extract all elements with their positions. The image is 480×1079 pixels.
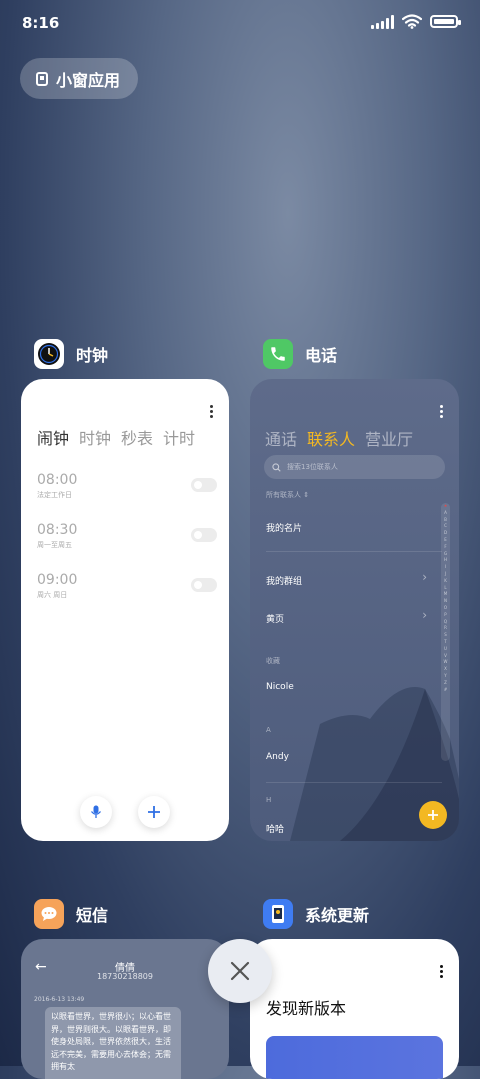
more-options-icon[interactable] (210, 405, 213, 420)
my-groups-row[interactable]: 我的群组 (266, 574, 302, 587)
small-window-icon (36, 71, 48, 86)
tab-clock[interactable]: 时钟 (79, 425, 111, 449)
clear-all-button[interactable] (208, 939, 272, 1003)
contact-row[interactable]: Andy (266, 752, 289, 762)
sms-app-name: 短信 (76, 906, 109, 925)
clock-app-icon (34, 339, 64, 369)
phone-app-header: 电话 (263, 339, 337, 369)
more-options-icon[interactable] (440, 405, 443, 420)
divider (266, 782, 442, 783)
plus-icon (148, 806, 160, 818)
alarm-toggle[interactable] (191, 578, 217, 592)
sort-icon: ⇕ (303, 491, 310, 499)
phone-app-icon (263, 339, 293, 369)
all-contacts-label: 所有联系人 (266, 491, 301, 499)
message-bubble: 以眼看世界，世界很小；以心看世界，世界则很大。以眼看世界，即使身处局限，世界依然… (45, 1007, 181, 1079)
clock-tabs: 闹钟 时钟 秒表 计时 (37, 425, 195, 449)
update-app-icon (263, 899, 293, 929)
alarm-item[interactable]: 08:30 周一至周五 (37, 522, 217, 550)
battery-icon (430, 15, 461, 28)
tab-alarm[interactable]: 闹钟 (37, 425, 69, 449)
sms-app-icon (34, 899, 64, 929)
alarm-item[interactable]: 09:00 周六 周日 (37, 572, 217, 600)
divider (266, 551, 442, 552)
sms-app-header: 短信 (34, 899, 108, 929)
contact-row[interactable]: 哈哈 (266, 822, 284, 835)
contact-search-input[interactable]: 搜索13位联系人 (264, 455, 445, 479)
alarm-item[interactable]: 08:00 法定工作日 (37, 472, 217, 500)
alphabet-index-scrollbar[interactable]: ★ A B C D E F G H I J K L M N O P Q R S T U V W X Y Z # (441, 503, 450, 761)
alarm-repeat: 周一至周五 (37, 541, 72, 549)
update-app-name: 系统更新 (305, 906, 370, 925)
alarm-repeat: 法定工作日 (37, 491, 72, 499)
small-window-label: 小窗应用 (56, 70, 121, 90)
close-icon (230, 961, 250, 981)
microphone-icon (90, 805, 102, 818)
phone-tabs: 通话 联系人 营业厅 (265, 426, 413, 450)
search-placeholder: 搜索13位联系人 (287, 463, 338, 471)
message-date: 2016-6-13 13:49 (34, 996, 85, 1003)
add-alarm-button[interactable] (138, 796, 170, 828)
my-card-row[interactable]: 我的名片 (266, 521, 302, 534)
status-bar: 8:16 (0, 0, 480, 46)
version-banner (266, 1036, 443, 1079)
phone-app-name: 电话 (305, 346, 338, 365)
conversation-contact-number: 18730218809 (97, 972, 153, 981)
clock-app-header: 时钟 (34, 339, 108, 369)
clock-app-name: 时钟 (76, 346, 109, 365)
add-contact-button[interactable] (419, 801, 447, 829)
alarm-toggle[interactable] (191, 478, 217, 492)
plus-icon (428, 810, 438, 820)
contact-row[interactable]: Nicole (266, 682, 294, 692)
update-app-card[interactable]: 发现新版本 (250, 939, 459, 1079)
favorites-header: 收藏 (266, 657, 280, 665)
section-header-a: A (266, 726, 271, 734)
alarm-repeat: 周六 周日 (37, 591, 68, 599)
tab-calls[interactable]: 通话 (265, 426, 297, 450)
small-window-apps-button[interactable]: 小窗应用 (20, 58, 138, 99)
wifi-icon (402, 14, 422, 29)
alarm-toggle[interactable] (191, 528, 217, 542)
alarm-time: 09:00 (37, 572, 78, 588)
status-time: 8:16 (22, 14, 60, 32)
update-title: 发现新版本 (266, 999, 347, 1018)
phone-app-card[interactable]: 通话 联系人 营业厅 搜索13位联系人 所有联系人 ⇕ 我的名片 我的群组 › … (250, 379, 459, 841)
tab-timer[interactable]: 计时 (163, 425, 195, 449)
signal-icon (371, 14, 394, 29)
alarm-time: 08:30 (37, 522, 78, 538)
voice-alarm-button[interactable] (80, 796, 112, 828)
tab-contacts[interactable]: 联系人 (307, 426, 355, 450)
section-header-h: H (266, 796, 272, 804)
search-icon (272, 462, 281, 472)
update-app-header: 系统更新 (263, 899, 369, 929)
yellow-pages-row[interactable]: 黄页 (266, 612, 284, 625)
tab-business-hall[interactable]: 营业厅 (365, 426, 413, 450)
chevron-right-icon: › (422, 608, 427, 622)
alarm-time: 08:00 (37, 472, 78, 488)
chevron-right-icon: › (422, 570, 427, 584)
more-options-icon[interactable] (440, 965, 443, 980)
clock-app-card[interactable]: 闹钟 时钟 秒表 计时 08:00 法定工作日 08:30 周一至周五 09:0… (21, 379, 229, 841)
tab-stopwatch[interactable]: 秒表 (121, 425, 153, 449)
sms-app-card[interactable]: ← 倩倩 18730218809 2016-6-13 13:49 以眼看世界，世… (21, 939, 229, 1079)
all-contacts-filter[interactable]: 所有联系人 ⇕ (266, 490, 309, 500)
